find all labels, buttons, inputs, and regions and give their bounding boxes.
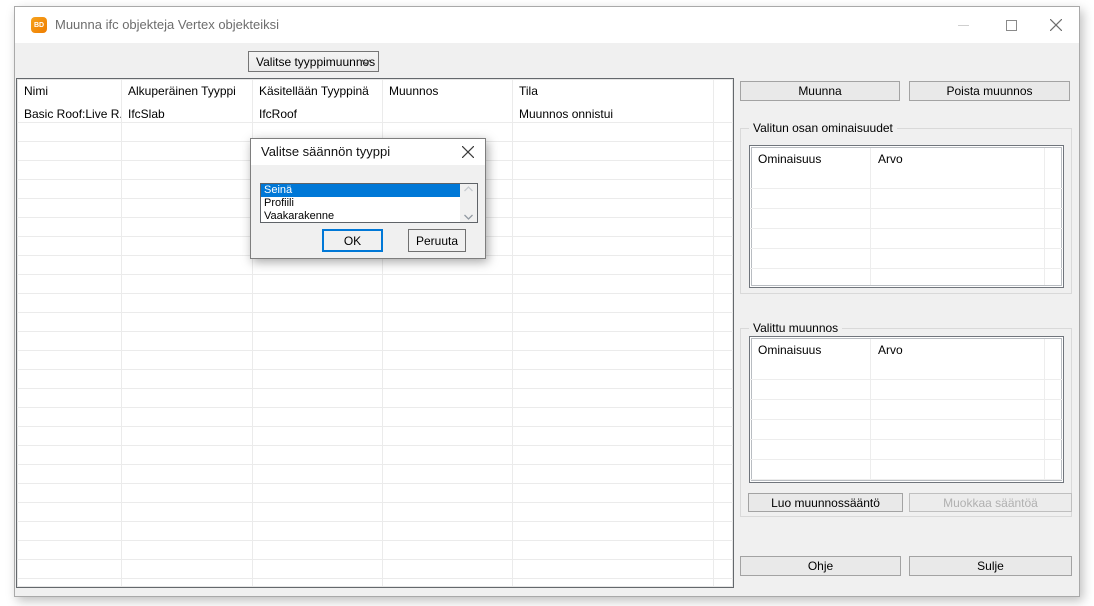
minimize-icon <box>958 20 969 31</box>
sulje-button[interactable]: Sulje <box>909 556 1072 576</box>
maximize-button[interactable] <box>995 10 1027 40</box>
scroll-down-icon[interactable] <box>464 214 473 220</box>
column-header-alkuperainen-tyyppi[interactable]: Alkuperäinen Tyyppi <box>121 82 252 102</box>
column-header-arvo[interactable]: Arvo <box>870 150 1044 168</box>
minimize-button[interactable] <box>947 10 979 40</box>
muokkaa-saantoa-button: Muokkaa sääntöä <box>909 493 1072 512</box>
list-item-seina[interactable]: Seinä <box>261 184 460 197</box>
cell-alkuperainen-tyyppi: IfcSlab <box>121 105 252 123</box>
peruuta-button[interactable]: Peruuta <box>408 229 466 252</box>
window-title: Muunna ifc objekteja Vertex objekteiksi <box>55 7 279 43</box>
column-header-ominaisuus[interactable]: Ominaisuus <box>750 150 870 168</box>
type-conversion-dropdown-value: Valitse tyyppimuunnos <box>256 55 375 69</box>
rule-type-listbox[interactable]: Seinä Profiili Vaakarakenne <box>260 183 478 223</box>
luo-muunnossaanto-button[interactable]: Luo muunnossääntö <box>748 493 903 512</box>
close-icon <box>1050 19 1062 31</box>
muunna-button[interactable]: Muunna <box>740 81 900 101</box>
column-header-nimi[interactable]: Nimi <box>17 82 121 102</box>
ohje-button[interactable]: Ohje <box>740 556 901 576</box>
objects-table-header: Nimi Alkuperäinen Tyyppi Käsitellään Tyy… <box>17 82 733 102</box>
list-item-vaakarakenne[interactable]: Vaakarakenne <box>261 210 460 223</box>
dialog-titlebar: Valitse säännön tyyppi <box>251 139 485 165</box>
column-header-muunnos[interactable]: Muunnos <box>382 82 512 102</box>
app-icon: BD <box>31 17 47 33</box>
cell-tila: Muunnos onnistui <box>512 105 713 123</box>
close-button[interactable] <box>1040 10 1072 40</box>
list-item-profiili[interactable]: Profiili <box>261 197 460 210</box>
dialog-title: Valitse säännön tyyppi <box>261 139 390 165</box>
close-icon <box>462 146 474 158</box>
selected-part-properties-title: Valitun osan ominaisuudet <box>749 121 897 135</box>
scroll-up-icon[interactable] <box>464 186 473 192</box>
listbox-scrollbar[interactable] <box>460 184 477 222</box>
column-header-tila[interactable]: Tila <box>512 82 713 102</box>
selected-conversion-table[interactable]: Ominaisuus Arvo <box>749 336 1064 483</box>
column-header-kasitellaan-tyyppina[interactable]: Käsitellään Tyyppinä <box>252 82 382 102</box>
chevron-down-icon <box>361 59 371 65</box>
table-row[interactable]: Basic Roof:Live R... IfcSlab IfcRoof Muu… <box>17 105 733 123</box>
column-header-ominaisuus[interactable]: Ominaisuus <box>750 341 870 359</box>
cell-muunnos <box>382 105 512 123</box>
column-header-arvo[interactable]: Arvo <box>870 341 1044 359</box>
screen: BD Muunna ifc objekteja Vertex objekteik… <box>0 0 1094 606</box>
cell-nimi: Basic Roof:Live R... <box>17 105 121 123</box>
properties-table-header: Ominaisuus Arvo <box>750 150 1063 168</box>
app-window: BD Muunna ifc objekteja Vertex objekteik… <box>14 6 1080 597</box>
conversion-table-header: Ominaisuus Arvo <box>750 341 1063 359</box>
dialog-close-button[interactable] <box>457 142 479 162</box>
selected-conversion-title: Valittu muunnos <box>749 321 842 335</box>
table-gridlines <box>750 360 1063 482</box>
ok-button[interactable]: OK <box>322 229 383 252</box>
selected-part-properties-table[interactable]: Ominaisuus Arvo <box>749 145 1064 288</box>
rule-type-dialog: Valitse säännön tyyppi Seinä Profiili Va… <box>250 138 486 259</box>
poista-muunnos-button[interactable]: Poista muunnos <box>909 81 1070 101</box>
titlebar: BD Muunna ifc objekteja Vertex objekteik… <box>15 7 1079 43</box>
maximize-icon <box>1006 20 1017 31</box>
cell-kasitellaan-tyyppina: IfcRoof <box>252 105 382 123</box>
table-gridlines <box>750 169 1063 287</box>
type-conversion-dropdown[interactable]: Valitse tyyppimuunnos <box>248 51 379 72</box>
